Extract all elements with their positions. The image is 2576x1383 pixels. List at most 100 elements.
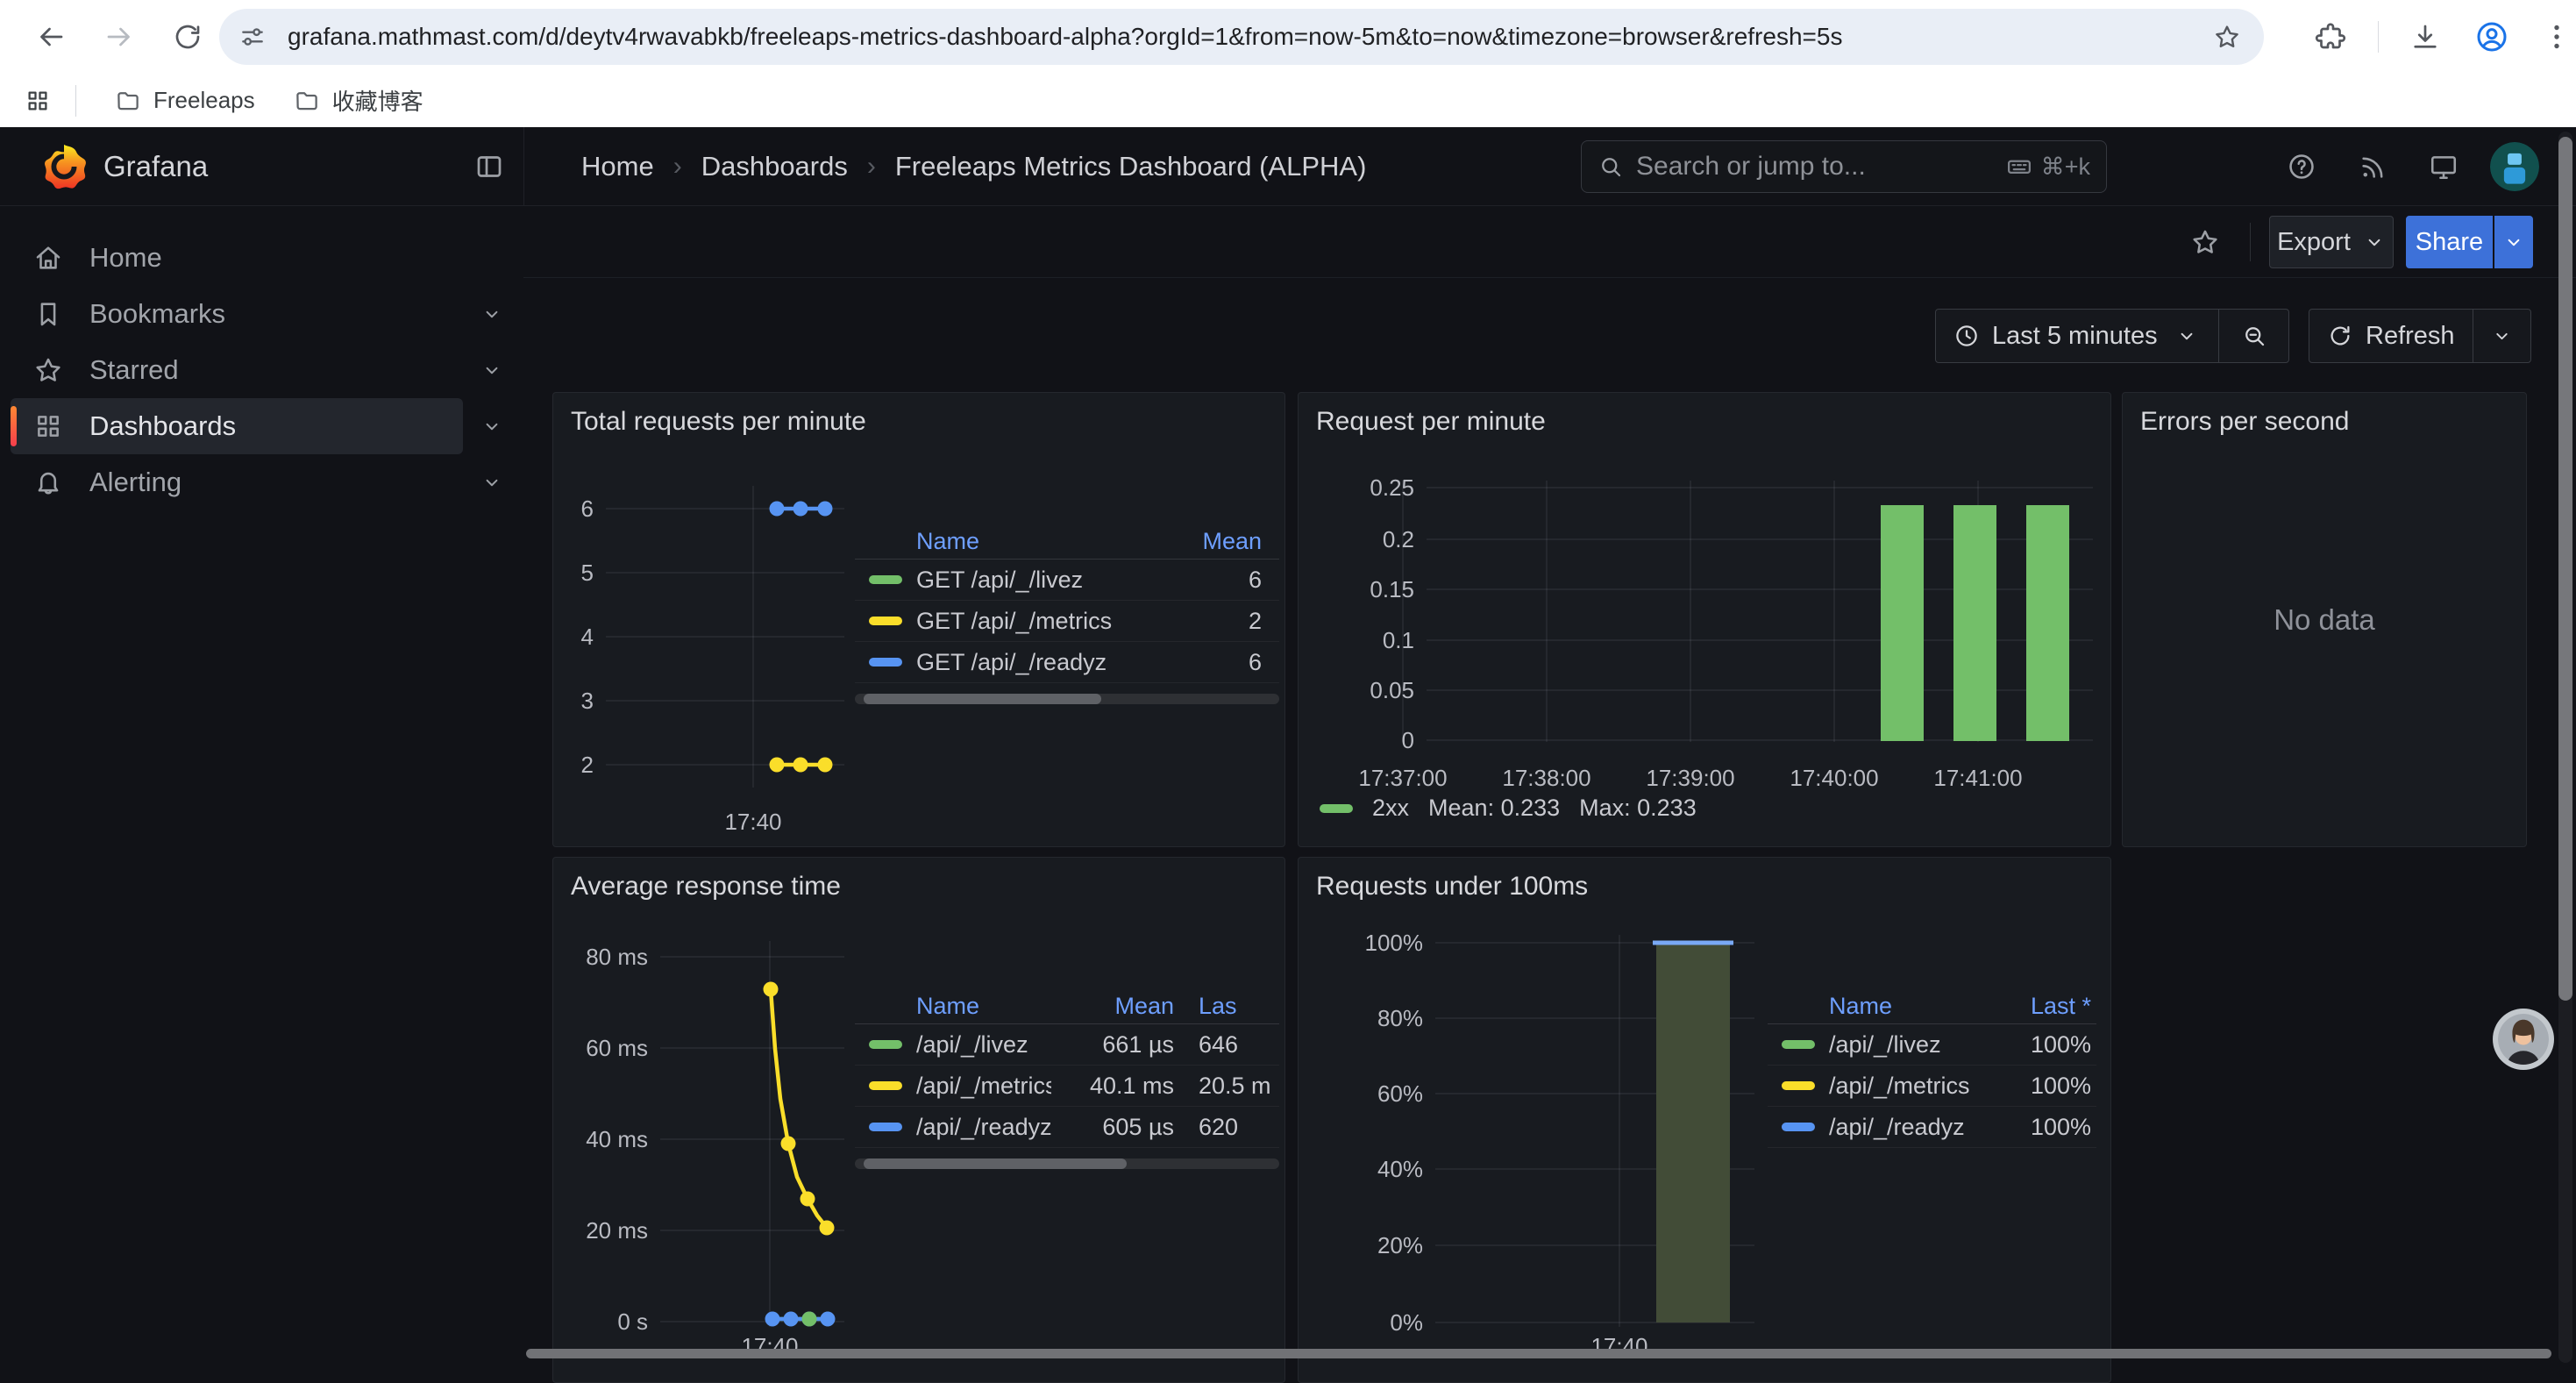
- time-range-button[interactable]: Last 5 minutes: [1936, 310, 2218, 362]
- legend-series-name[interactable]: /api/_/readyz: [916, 1114, 1051, 1141]
- svg-text:80 ms: 80 ms: [586, 944, 648, 970]
- breadcrumb-separator: ›: [673, 152, 682, 182]
- legend-table: Name Mean Las /api/_/livez 661 µs 646 /a…: [855, 989, 1279, 1169]
- svg-text:17:40:00: 17:40:00: [1790, 765, 1878, 791]
- legend-last-value: 100%: [1982, 1114, 2096, 1141]
- browser-profile-icon[interactable]: [2474, 19, 2509, 54]
- news-icon[interactable]: [2359, 152, 2388, 182]
- legend-series-name[interactable]: GET /api/_/readyz: [916, 649, 1148, 676]
- legend-header-mean[interactable]: Mean: [1051, 993, 1174, 1020]
- breadcrumb-current-page[interactable]: Freeleaps Metrics Dashboard (ALPHA): [895, 151, 1367, 182]
- apps-grid-icon[interactable]: [25, 88, 51, 114]
- legend-series-name[interactable]: /api/_/livez: [916, 1031, 1051, 1059]
- series-color-pill: [869, 575, 902, 584]
- browser-forward-button[interactable]: [103, 21, 135, 53]
- share-button[interactable]: Share: [2406, 216, 2493, 268]
- svg-text:40 ms: 40 ms: [586, 1126, 648, 1152]
- sidebar-toggle-icon[interactable]: [473, 151, 505, 182]
- breadcrumb-dashboards[interactable]: Dashboards: [701, 151, 848, 182]
- sidebar-item-label: Dashboards: [89, 410, 236, 442]
- panel-title[interactable]: Errors per second: [2140, 407, 2349, 437]
- legend-header-name[interactable]: Name: [1829, 993, 1982, 1020]
- search-shortcut: ⌘+k: [2006, 153, 2090, 181]
- refresh-button[interactable]: Refresh: [2309, 310, 2473, 362]
- address-bar[interactable]: grafana.mathmast.com/d/deytv4rwavabkb/fr…: [219, 9, 2264, 65]
- sidebar-item-alerting[interactable]: Alerting: [11, 454, 463, 510]
- panel-title[interactable]: Average response time: [571, 872, 841, 902]
- legend-scrollbar[interactable]: [855, 694, 1279, 704]
- user-avatar[interactable]: [2490, 142, 2539, 191]
- panel-title[interactable]: Requests under 100ms: [1316, 872, 1588, 902]
- series-color-pill: [869, 617, 902, 625]
- panel-total-requests: Total requests per minute 6543217:40 Nam…: [552, 392, 1285, 847]
- panel-title[interactable]: Total requests per minute: [571, 407, 866, 437]
- grafana-app: Grafana Home › Dashboards › Freeleaps Me…: [0, 127, 2576, 1363]
- series-color-pill: [1782, 1123, 1815, 1131]
- legend-header-name[interactable]: Name: [916, 528, 1148, 555]
- refresh-interval-button[interactable]: [2473, 310, 2530, 362]
- series-color-pill: [1782, 1040, 1815, 1049]
- download-icon[interactable]: [2409, 21, 2441, 53]
- url-text[interactable]: grafana.mathmast.com/d/deytv4rwavabkb/fr…: [288, 23, 2213, 51]
- svg-text:5: 5: [581, 560, 594, 586]
- chevron-down-icon[interactable]: [480, 359, 503, 381]
- panel-title[interactable]: Request per minute: [1316, 407, 1546, 437]
- sidebar-item-label: Home: [89, 242, 162, 274]
- extensions-icon[interactable]: [2315, 21, 2346, 53]
- legend-mean-value: 40.1 ms: [1051, 1073, 1174, 1100]
- bar-chart[interactable]: 0.250.20.150.10.05017:37:0017:38:0017:39…: [1299, 393, 2111, 847]
- legend-series-name[interactable]: /api/_/readyz: [1829, 1114, 1982, 1141]
- sidebar-item-bookmarks[interactable]: Bookmarks: [11, 286, 463, 342]
- series-color-pill: [1782, 1081, 1815, 1090]
- toolbar-divider: [2378, 21, 2379, 53]
- browser-reload-button[interactable]: [172, 21, 203, 53]
- legend-header-last[interactable]: Last *: [1982, 993, 2096, 1020]
- star-icon: [33, 355, 63, 385]
- grafana-logo[interactable]: [39, 141, 89, 192]
- chevron-down-icon: [2363, 231, 2386, 253]
- chevron-down-icon[interactable]: [480, 415, 503, 438]
- legend-series-name[interactable]: GET /api/_/livez: [916, 567, 1148, 594]
- sidebar-item-home[interactable]: Home: [11, 230, 463, 286]
- legend-header-mean[interactable]: Mean: [1148, 528, 1279, 555]
- breadcrumb-home[interactable]: Home: [581, 151, 654, 182]
- export-button[interactable]: Export: [2269, 216, 2394, 268]
- browser-menu-icon[interactable]: [2541, 21, 2572, 53]
- legend-header-name[interactable]: Name: [916, 993, 1051, 1020]
- legend-series-name[interactable]: 2xx: [1372, 795, 1409, 822]
- sidebar-item-dashboards[interactable]: Dashboards: [11, 398, 463, 454]
- horizontal-scrollbar[interactable]: [526, 1349, 2551, 1358]
- chevron-down-icon[interactable]: [480, 471, 503, 494]
- site-settings-icon[interactable]: [238, 23, 267, 51]
- legend-series-name[interactable]: GET /api/_/metrics: [916, 608, 1148, 635]
- vertical-scrollbar[interactable]: [2558, 132, 2572, 1363]
- chevron-down-icon[interactable]: [480, 303, 503, 325]
- legend-header: Name Mean: [855, 524, 1279, 560]
- svg-text:0.1: 0.1: [1383, 627, 1414, 653]
- brand-title: Grafana: [103, 127, 208, 206]
- monitor-icon[interactable]: [2429, 152, 2459, 182]
- legend-series-name[interactable]: /api/_/metrics: [1829, 1073, 1982, 1100]
- search-input[interactable]: Search or jump to... ⌘+k: [1581, 140, 2107, 193]
- legend-row: /api/_/readyz 100%: [1768, 1107, 2096, 1148]
- legend-scrollbar[interactable]: [855, 1158, 1279, 1169]
- dashboard-toolbar: Export Share: [523, 206, 2576, 278]
- bookmark-folder-freeleaps[interactable]: Freeleaps: [115, 87, 255, 114]
- svg-text:0.15: 0.15: [1370, 576, 1414, 602]
- favorite-star-icon[interactable]: [2190, 227, 2220, 257]
- help-icon[interactable]: [2287, 152, 2316, 182]
- bookmark-star-icon[interactable]: [2213, 23, 2241, 51]
- floating-assistant-avatar[interactable]: [2493, 1009, 2554, 1070]
- legend-header-last[interactable]: Las: [1174, 993, 1279, 1020]
- zoom-out-button[interactable]: [2218, 310, 2288, 362]
- vertical-scrollbar-thumb[interactable]: [2558, 137, 2572, 1001]
- legend-series-name[interactable]: /api/_/livez: [1829, 1031, 1982, 1059]
- bookmark-folder-blogs[interactable]: 收藏博客: [294, 84, 423, 117]
- legend-last-value: 620: [1174, 1114, 1279, 1141]
- share-menu-button[interactable]: [2494, 216, 2533, 268]
- time-range-label: Last 5 minutes: [1992, 322, 2158, 351]
- sidebar-item-starred[interactable]: Starred: [11, 342, 463, 398]
- browser-back-button[interactable]: [35, 21, 67, 53]
- legend-series-name[interactable]: /api/_/metrics: [916, 1073, 1051, 1100]
- legend-mean-value: 605 µs: [1051, 1114, 1174, 1141]
